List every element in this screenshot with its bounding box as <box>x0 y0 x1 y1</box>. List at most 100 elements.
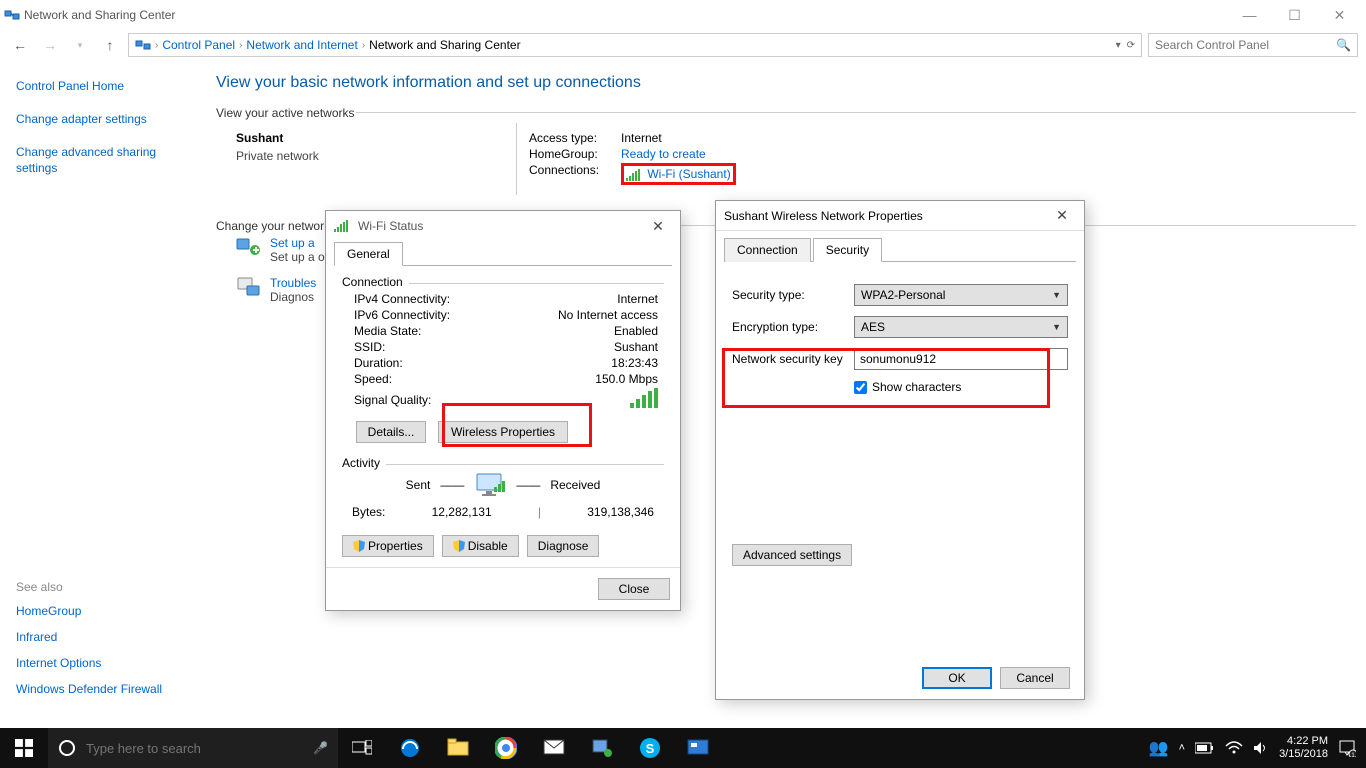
skype-icon[interactable]: S <box>626 728 674 768</box>
encryption-type-label: Encryption type: <box>732 320 854 334</box>
chevron-right-icon[interactable]: › <box>155 40 158 51</box>
signal-quality-label: Signal Quality: <box>354 393 484 407</box>
cortana-icon <box>58 739 76 757</box>
minimize-button[interactable]: — <box>1227 0 1272 30</box>
close-button[interactable]: ✕ <box>644 216 672 236</box>
bytes-sent: 12,282,131 <box>432 505 492 519</box>
show-characters-checkbox[interactable] <box>854 381 867 394</box>
close-dialog-button[interactable]: Close <box>598 578 670 600</box>
recent-dropdown[interactable]: ▾ <box>68 33 92 57</box>
edge-icon[interactable] <box>386 728 434 768</box>
chevron-right-icon[interactable]: › <box>239 40 242 51</box>
network-type: Private network <box>236 149 516 163</box>
see-also-firewall[interactable]: Windows Defender Firewall <box>16 682 162 696</box>
back-button[interactable]: ← <box>8 33 32 57</box>
shield-icon <box>453 540 465 552</box>
network-key-input[interactable] <box>854 348 1068 370</box>
mail-icon[interactable] <box>530 728 578 768</box>
close-window-button[interactable]: ✕ <box>1317 0 1362 30</box>
wireless-properties-button[interactable]: Wireless Properties <box>438 421 568 443</box>
access-type-value: Internet <box>621 131 662 145</box>
tab-general[interactable]: General <box>334 242 403 266</box>
search-input[interactable] <box>1155 38 1336 52</box>
signal-quality-icon <box>630 388 658 408</box>
chrome-icon[interactable] <box>482 728 530 768</box>
speed-label: Speed: <box>354 372 484 386</box>
explorer-icon[interactable] <box>434 728 482 768</box>
see-also: See also HomeGroup Infrared Internet Opt… <box>16 580 206 708</box>
group-activity-label: Activity <box>342 456 386 470</box>
wifi-tray-icon[interactable] <box>1225 741 1243 755</box>
up-button[interactable]: ↑ <box>98 33 122 57</box>
notifications-icon[interactable]: 1 <box>1338 739 1356 757</box>
taskbar: 🎤 S 👥 ˄ 4:22 PM 3/15/2018 1 <box>0 728 1366 768</box>
wireless-props-title: Sushant Wireless Network Properties <box>724 209 923 223</box>
tab-security[interactable]: Security <box>813 238 882 262</box>
chevron-down-icon: ▼ <box>1052 290 1061 300</box>
see-also-label: See also <box>16 580 206 594</box>
close-button[interactable]: ✕ <box>1048 206 1076 226</box>
breadcrumb-item[interactable]: Network and Internet <box>246 38 357 52</box>
ssid-value: Sushant <box>484 340 664 354</box>
troubleshoot-desc: Diagnos <box>270 290 316 304</box>
troubleshoot-link[interactable]: Troubles <box>270 276 316 290</box>
mic-icon[interactable]: 🎤 <box>313 741 328 755</box>
cancel-button[interactable]: Cancel <box>1000 667 1070 689</box>
maximize-button[interactable]: ☐ <box>1272 0 1317 30</box>
received-label: Received <box>550 478 600 492</box>
taskbar-search[interactable]: 🎤 <box>48 728 338 768</box>
tab-connection[interactable]: Connection <box>724 238 811 262</box>
advanced-sharing-link[interactable]: Change advanced sharing settings <box>16 145 156 176</box>
media-label: Media State: <box>354 324 484 338</box>
refresh-button[interactable]: ⟳ <box>1127 40 1135 51</box>
security-type-combo[interactable]: WPA2-Personal▼ <box>854 284 1068 306</box>
homegroup-link[interactable]: Ready to create <box>621 147 706 161</box>
encryption-type-combo[interactable]: AES▼ <box>854 316 1068 338</box>
volume-icon[interactable] <box>1253 741 1269 755</box>
details-button[interactable]: Details... <box>356 421 426 443</box>
diagnose-button[interactable]: Diagnose <box>527 535 600 557</box>
adapter-settings-link[interactable]: Change adapter settings <box>16 112 147 126</box>
wifi-status-titlebar[interactable]: Wi-Fi Status ✕ <box>326 211 680 241</box>
start-button[interactable] <box>0 728 48 768</box>
ipv4-value: Internet <box>484 292 664 306</box>
tray-chevron-icon[interactable]: ˄ <box>1179 742 1185 754</box>
search-field[interactable]: 🔍 <box>1148 33 1358 57</box>
ok-button[interactable]: OK <box>922 667 992 689</box>
app-icon-2[interactable] <box>674 728 722 768</box>
chevron-right-icon[interactable]: › <box>362 40 365 51</box>
wifi-status-dialog: Wi-Fi Status ✕ General Connection IPv4 C… <box>325 210 681 611</box>
forward-button[interactable]: → <box>38 33 62 57</box>
clock-time: 4:22 PM <box>1279 735 1328 748</box>
task-view-button[interactable] <box>338 728 386 768</box>
connection-link[interactable]: Wi-Fi (Sushant) <box>647 167 730 181</box>
properties-button[interactable]: Properties <box>342 535 434 557</box>
see-also-internet-options[interactable]: Internet Options <box>16 656 101 670</box>
speed-value: 150.0 Mbps <box>484 372 664 386</box>
breadcrumb-item[interactable]: Control Panel <box>162 38 235 52</box>
see-also-homegroup[interactable]: HomeGroup <box>16 604 81 618</box>
breadcrumb-item: Network and Sharing Center <box>369 38 520 52</box>
chevron-down-icon: ▼ <box>1052 322 1061 332</box>
window-title: Network and Sharing Center <box>24 8 175 22</box>
battery-icon[interactable] <box>1195 742 1215 754</box>
control-panel-home-link[interactable]: Control Panel Home <box>16 79 124 93</box>
people-icon[interactable]: 👥 <box>1149 738 1169 758</box>
advanced-settings-button[interactable]: Advanced settings <box>732 544 852 566</box>
taskbar-clock[interactable]: 4:22 PM 3/15/2018 <box>1279 735 1328 761</box>
troubleshoot-icon <box>236 276 262 298</box>
connections-label: Connections: <box>529 163 621 185</box>
media-value: Enabled <box>484 324 664 338</box>
app-icon-1[interactable] <box>578 728 626 768</box>
wireless-props-titlebar[interactable]: Sushant Wireless Network Properties ✕ <box>716 201 1084 231</box>
taskbar-search-input[interactable] <box>86 741 303 756</box>
disable-button[interactable]: Disable <box>442 535 519 557</box>
see-also-infrared[interactable]: Infrared <box>16 630 57 644</box>
address-dropdown[interactable]: ▾ <box>1116 40 1121 51</box>
setup-connection-link[interactable]: Set up a <box>270 236 315 250</box>
security-type-label: Security type: <box>732 288 854 302</box>
ipv6-value: No Internet access <box>484 308 664 322</box>
clock-date: 3/15/2018 <box>1279 748 1328 761</box>
address-bar[interactable]: › Control Panel › Network and Internet ›… <box>128 33 1142 57</box>
show-characters-label[interactable]: Show characters <box>854 380 1068 394</box>
